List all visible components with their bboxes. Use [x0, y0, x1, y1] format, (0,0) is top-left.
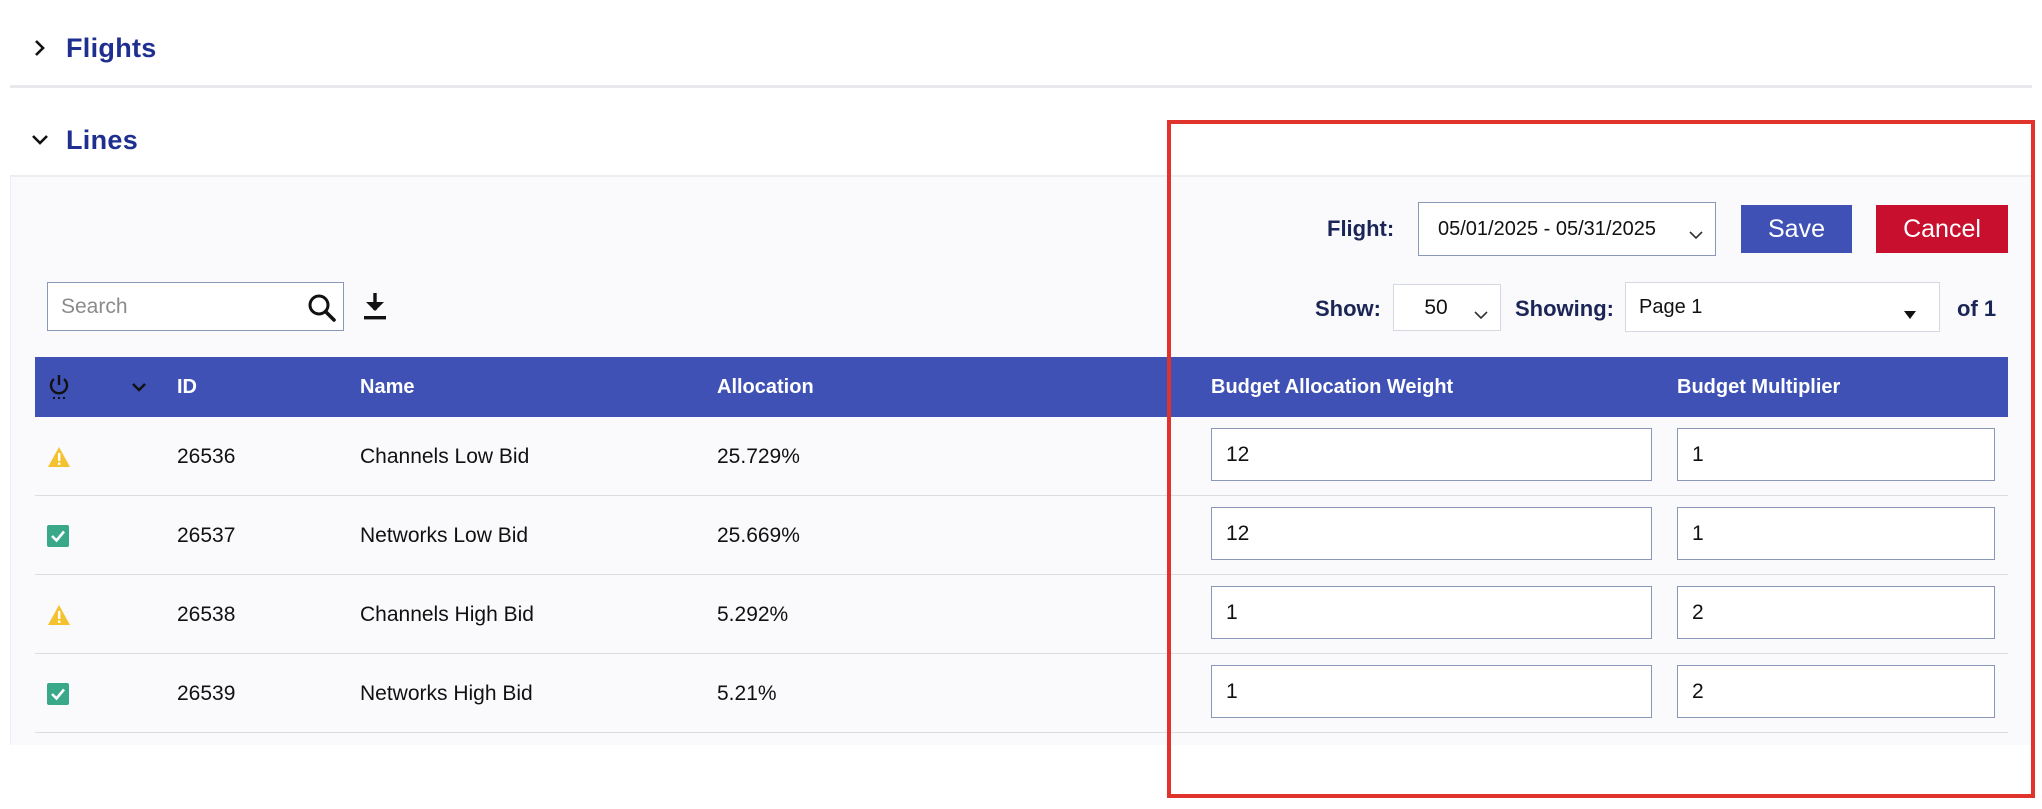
save-button[interactable]: Save	[1741, 205, 1852, 253]
flight-date-value: 05/01/2025 - 05/31/2025	[1438, 217, 1656, 240]
chevron-right-icon	[30, 38, 50, 58]
line-allocation: 5.21%	[717, 681, 777, 705]
line-name: Channels Low Bid	[360, 444, 530, 468]
table-row: 26539 Networks High Bid 5.21%	[35, 654, 2008, 733]
search-input[interactable]	[61, 294, 281, 319]
page-select[interactable]: Page 1	[1625, 282, 1940, 332]
section-divider	[10, 85, 2032, 88]
line-allocation: 25.669%	[717, 523, 800, 547]
column-header-budget-allocation-weight[interactable]: Budget Allocation Weight	[1211, 357, 1453, 417]
column-header-allocation[interactable]: Allocation	[717, 357, 814, 417]
line-name: Networks High Bid	[360, 681, 533, 705]
showing-label: Showing:	[1515, 296, 1614, 321]
page-size-select[interactable]: 50	[1393, 284, 1501, 331]
line-allocation: 5.292%	[717, 602, 789, 626]
table-row: 26536 Channels Low Bid 25.729%	[35, 417, 2008, 496]
lines-table: ID Name Allocation Budget Allocation Wei…	[35, 357, 2008, 733]
flight-date-select[interactable]: 05/01/2025 - 05/31/2025	[1418, 202, 1716, 256]
budget-multiplier-input[interactable]	[1677, 428, 1995, 481]
budget-multiplier-input[interactable]	[1677, 586, 1995, 639]
page-size-value: 50	[1424, 295, 1448, 319]
lines-section-header[interactable]: Lines	[30, 120, 138, 160]
column-header-budget-multiplier[interactable]: Budget Multiplier	[1677, 357, 1840, 417]
warning-icon	[47, 417, 71, 496]
line-id: 26539	[177, 681, 236, 705]
show-label: Show:	[1315, 296, 1381, 321]
page-count-label: of 1	[1957, 296, 1997, 321]
line-id: 26536	[177, 444, 236, 468]
chevron-down-icon	[1474, 302, 1488, 326]
column-header-name[interactable]: Name	[360, 357, 414, 417]
line-id: 26537	[177, 523, 236, 547]
search-field[interactable]	[47, 282, 344, 331]
budget-allocation-weight-input[interactable]	[1211, 665, 1652, 718]
flights-section-title: Flights	[66, 32, 157, 63]
budget-allocation-weight-input[interactable]	[1211, 586, 1652, 639]
lines-section-title: Lines	[66, 124, 139, 155]
flight-label: Flight:	[1327, 216, 1395, 241]
cancel-button[interactable]: Cancel	[1876, 205, 2008, 253]
table-row: 26538 Channels High Bid 5.292%	[35, 575, 2008, 654]
budget-allocation-weight-input[interactable]	[1211, 428, 1652, 481]
column-header-id[interactable]: ID	[177, 357, 197, 417]
page-value: Page 1	[1639, 295, 1703, 318]
budget-multiplier-input[interactable]	[1677, 665, 1995, 718]
budget-multiplier-input[interactable]	[1677, 507, 1995, 560]
line-name: Networks Low Bid	[360, 523, 529, 547]
chevron-down-icon	[30, 130, 50, 150]
search-icon[interactable]	[307, 293, 337, 328]
line-id: 26538	[177, 602, 236, 626]
table-header: ID Name Allocation Budget Allocation Wei…	[35, 357, 2008, 417]
warning-icon	[47, 575, 71, 654]
chevron-down-icon	[1689, 223, 1703, 246]
line-name: Channels High Bid	[360, 602, 534, 626]
budget-allocation-weight-input[interactable]	[1211, 507, 1652, 560]
checkbox-checked-icon[interactable]	[47, 654, 69, 733]
power-icon[interactable]	[48, 357, 70, 417]
line-allocation: 25.729%	[717, 444, 800, 468]
caret-down-icon	[1903, 303, 1917, 326]
checkbox-checked-icon[interactable]	[47, 496, 69, 575]
table-row: 26537 Networks Low Bid 25.669%	[35, 496, 2008, 575]
flights-section-header[interactable]: Flights	[30, 28, 157, 68]
download-icon[interactable]	[362, 291, 388, 326]
chevron-down-icon[interactable]	[131, 357, 147, 417]
